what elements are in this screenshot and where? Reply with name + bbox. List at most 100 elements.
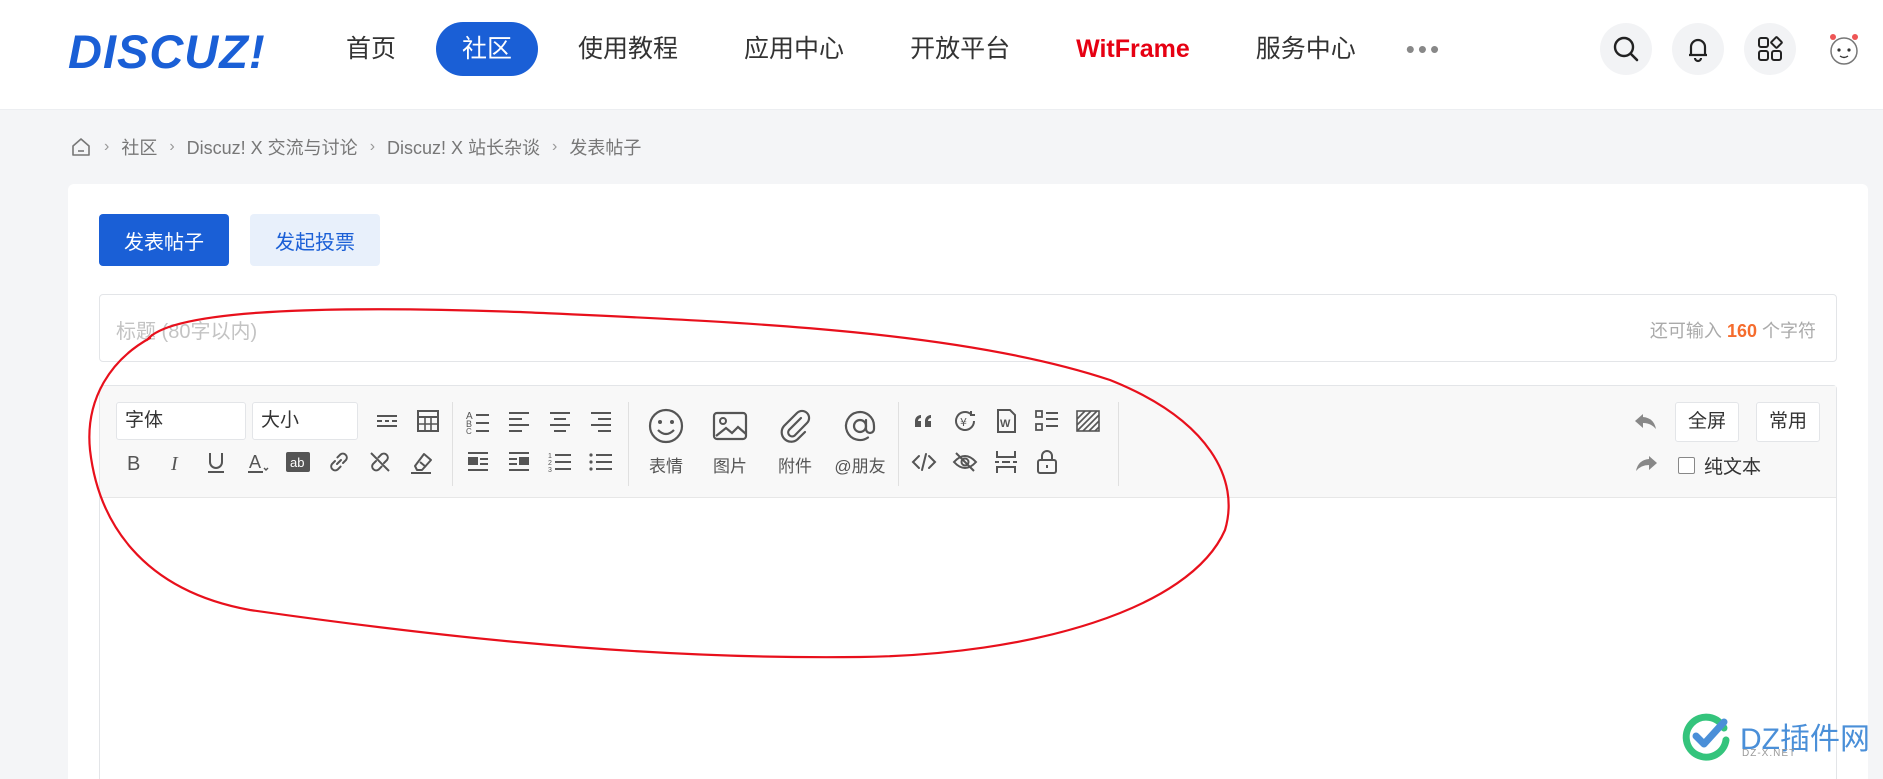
breadcrumb-separator: ›: [169, 138, 175, 155]
toolbar-divider: [628, 402, 629, 486]
align-center-icon[interactable]: [544, 405, 576, 437]
svg-text:ab: ab: [290, 455, 304, 470]
underline-icon[interactable]: [200, 446, 232, 478]
toolbar-divider: [452, 402, 453, 486]
list-layout-icon[interactable]: [1031, 405, 1063, 437]
site-logo[interactable]: DISCUZ!: [68, 24, 266, 79]
emoji-button[interactable]: 表情: [636, 406, 696, 486]
svg-text:2: 2: [548, 460, 552, 467]
svg-text:B: B: [127, 453, 140, 475]
quote-icon[interactable]: [908, 405, 940, 437]
nav-witframe[interactable]: WitFrame: [1050, 22, 1216, 76]
search-button[interactable]: [1600, 23, 1652, 75]
svg-text:I: I: [170, 453, 179, 475]
image-icon: [712, 411, 748, 441]
nav-home[interactable]: 首页: [320, 22, 422, 76]
italic-icon[interactable]: I: [159, 446, 191, 478]
editor-content-area[interactable]: [100, 498, 1836, 779]
attachment-label: 附件: [778, 457, 812, 476]
mention-label: @朋友: [834, 457, 886, 476]
breadcrumb-community[interactable]: 社区: [121, 134, 157, 160]
plain-text-checkbox[interactable]: [1678, 457, 1695, 474]
font-list-icon[interactable]: ABC: [462, 405, 494, 437]
breadcrumb-separator: ›: [552, 138, 558, 155]
user-avatar[interactable]: [1820, 25, 1868, 73]
check-logo-icon: [1682, 713, 1730, 761]
bold-icon[interactable]: B: [118, 446, 150, 478]
text-color-icon[interactable]: A: [241, 446, 273, 478]
nav-open-platform[interactable]: 开放平台: [884, 22, 1036, 76]
ordered-list-icon[interactable]: 123: [544, 446, 576, 478]
font-size-select[interactable]: 大小: [252, 402, 358, 440]
nav-service-center[interactable]: 服务中心: [1230, 22, 1382, 76]
unordered-list-icon[interactable]: [585, 446, 617, 478]
search-icon: [1613, 36, 1639, 62]
align-right-icon[interactable]: [585, 405, 617, 437]
watermark-subtext: DZ-X.NET: [1742, 748, 1797, 759]
svg-text:1: 1: [548, 453, 552, 460]
code-icon[interactable]: [908, 446, 940, 478]
breadcrumb-separator: ›: [369, 138, 376, 155]
paperclip-icon: [780, 409, 811, 443]
home-icon[interactable]: [70, 136, 92, 158]
breadcrumb: › 社区 › Discuz! X 交流与讨论 › Discuz! X 站长杂谈 …: [70, 134, 641, 160]
redo-icon[interactable]: [1630, 448, 1662, 480]
table-icon[interactable]: [412, 405, 444, 437]
breadcrumb-current: 发表帖子: [569, 138, 642, 158]
undo-icon[interactable]: [1630, 406, 1662, 438]
align-left-icon[interactable]: [503, 405, 535, 437]
svg-text:A: A: [249, 452, 261, 472]
more-menu-icon[interactable]: •••: [1396, 22, 1452, 76]
svg-text:3: 3: [548, 467, 552, 474]
svg-text:C: C: [466, 427, 472, 435]
attachment-button[interactable]: 附件: [765, 406, 825, 486]
title-char-counter: 还可输入 160 个字符: [1649, 321, 1816, 341]
word-import-icon[interactable]: W: [990, 405, 1022, 437]
mention-button[interactable]: @朋友: [830, 406, 890, 486]
page-break-icon[interactable]: [990, 446, 1022, 478]
highlight-icon[interactable]: ab: [282, 446, 314, 478]
main-nav: 首页 社区 使用教程 应用中心 开放平台 WitFrame 服务中心 •••: [320, 22, 1452, 76]
nav-app-center[interactable]: 应用中心: [718, 22, 870, 76]
toolbar-divider: [898, 402, 899, 486]
float-left-icon[interactable]: [462, 446, 494, 478]
bell-icon: [1689, 38, 1707, 63]
editor-toolbar: 字体 大小 B I A ab ABC 123 表情 图片 附件 @朋友 ¥ W …: [100, 386, 1836, 498]
paid-content-icon[interactable]: ¥: [949, 405, 981, 437]
post-form-card: 发表帖子 发起投票 标题 (80字以内) 还可输入 160 个字符 字体 大小 …: [68, 184, 1868, 779]
post-thread-tab[interactable]: 发表帖子: [99, 214, 229, 266]
horizontal-rule-icon[interactable]: [371, 405, 403, 437]
unlink-icon[interactable]: [364, 446, 396, 478]
smiley-icon: [648, 408, 684, 444]
font-family-select[interactable]: 字体: [116, 402, 246, 440]
breadcrumb-subforum[interactable]: Discuz! X 站长杂谈: [387, 134, 540, 160]
link-icon[interactable]: [323, 446, 355, 478]
fullscreen-button[interactable]: 全屏: [1675, 402, 1740, 442]
image-label: 图片: [713, 457, 747, 476]
notification-button[interactable]: [1672, 23, 1724, 75]
background-pattern-icon[interactable]: [1072, 405, 1104, 437]
emoji-label: 表情: [649, 457, 683, 476]
plain-text-toggle[interactable]: 纯文本: [1678, 452, 1761, 479]
title-input-placeholder[interactable]: 标题 (80字以内): [116, 315, 257, 344]
svg-text:W: W: [1000, 418, 1011, 430]
image-button[interactable]: 图片: [700, 406, 760, 486]
clear-format-icon[interactable]: [405, 446, 437, 478]
watermark: DZ插件网 DZ-X.NET: [1680, 710, 1870, 762]
float-right-icon[interactable]: [503, 446, 535, 478]
nav-tutorials[interactable]: 使用教程: [552, 22, 704, 76]
apps-button[interactable]: [1744, 23, 1796, 75]
title-field[interactable]: 标题 (80字以内) 还可输入 160 个字符: [99, 294, 1837, 362]
start-poll-tab[interactable]: 发起投票: [250, 214, 380, 266]
rich-text-editor: 字体 大小 B I A ab ABC 123 表情 图片 附件 @朋友 ¥ W …: [99, 385, 1837, 779]
plain-text-label: 纯文本: [1704, 457, 1762, 478]
nav-community[interactable]: 社区: [436, 22, 539, 76]
breadcrumb-separator: ›: [104, 138, 110, 155]
lock-icon[interactable]: [1031, 446, 1063, 478]
apps-grid-icon: [1758, 36, 1783, 61]
common-button[interactable]: 常用: [1756, 402, 1821, 442]
avatar-cartoon-icon: [1830, 34, 1858, 65]
hide-content-icon[interactable]: [949, 446, 981, 478]
breadcrumb-forum[interactable]: Discuz! X 交流与讨论: [187, 134, 358, 160]
site-header: DISCUZ! 首页 社区 使用教程 应用中心 开放平台 WitFrame 服务…: [0, 0, 1883, 110]
